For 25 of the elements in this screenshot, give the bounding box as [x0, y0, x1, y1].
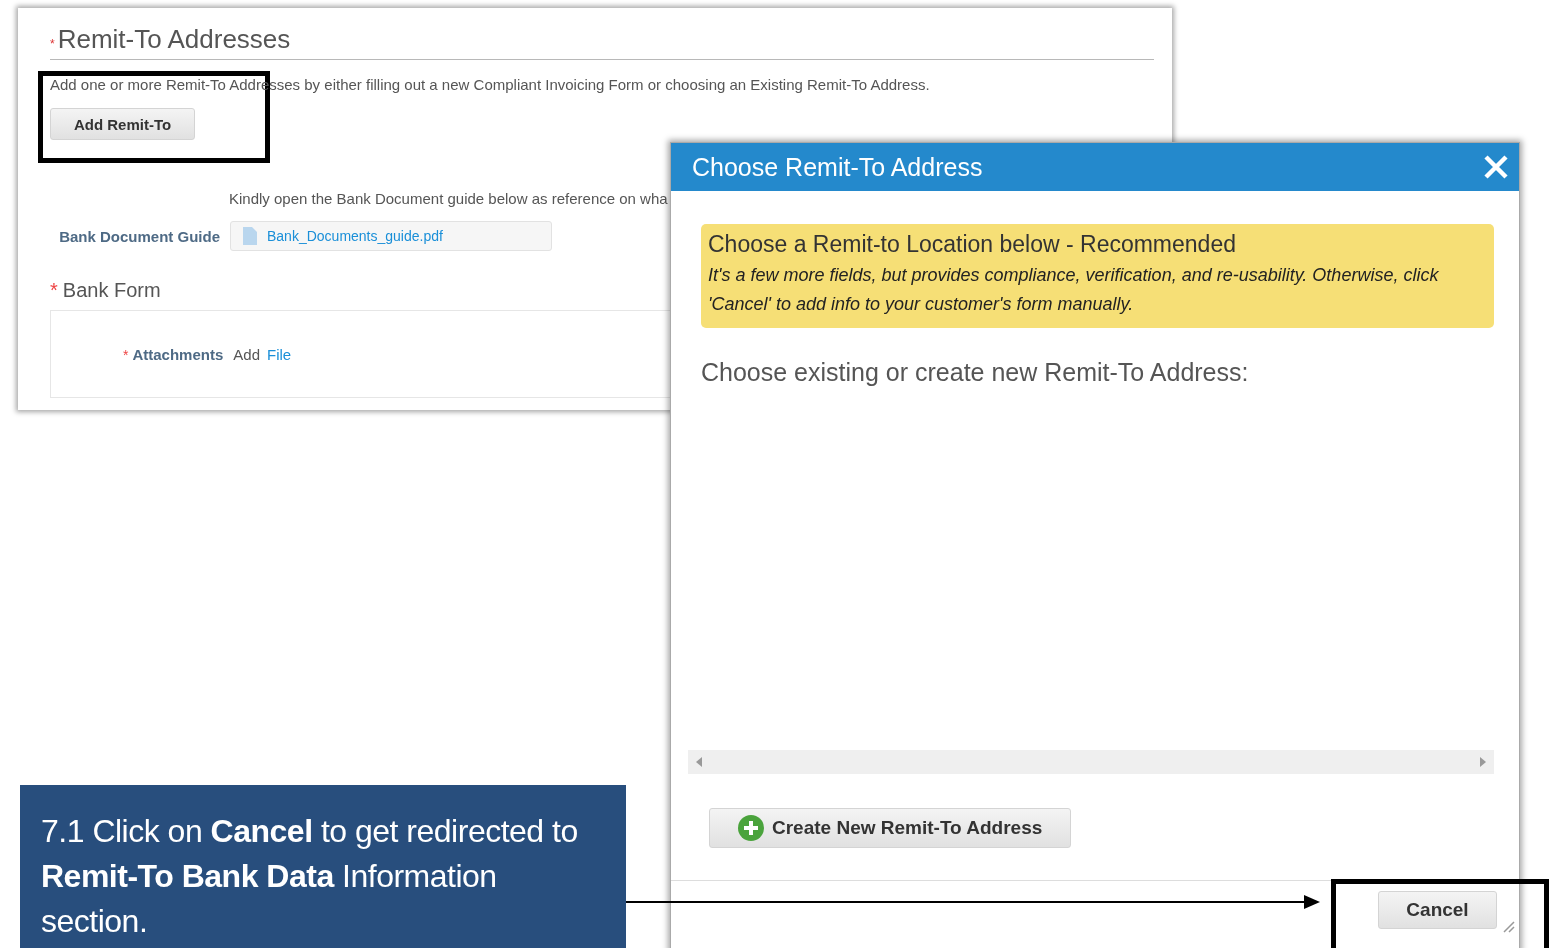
field-label: Attachments	[132, 345, 224, 363]
add-remit-to-button[interactable]: Add Remit-To	[50, 108, 195, 140]
document-icon	[243, 227, 257, 245]
plus-icon	[738, 815, 764, 841]
dialog-title: Choose Remit-To Address	[692, 152, 983, 182]
notice-text: It's a few more fields, but provides compliance, verification, and re-usability. Otherwise, click 'Cancel' to add info to your customer's form manually.	[708, 264, 1440, 316]
prompt-text: Choose existing or create new Remit-To Address:	[701, 358, 1250, 387]
cancel-button[interactable]: Cancel	[1378, 891, 1497, 929]
create-address-button[interactable]: Create New Remit-To Address	[709, 808, 1072, 848]
field-label: Bank Document Guide	[58, 227, 220, 245]
right-arrow-icon[interactable]	[1480, 757, 1486, 767]
file-link[interactable]: File	[267, 345, 292, 363]
required-mark: *	[50, 279, 58, 302]
guide-note: Kindly open the Bank Document guide below as reference on wha	[229, 190, 669, 207]
callout-text: 7.1 Click on Cancel to get redirected to Remit-To Bank Data Information section.	[41, 812, 579, 941]
resize-grip-icon[interactable]	[1501, 919, 1515, 933]
required-mark: *	[123, 346, 129, 363]
section-title: Remit-To Addresses	[57, 24, 291, 55]
required-mark: *	[50, 37, 55, 51]
scrollbar[interactable]	[688, 750, 1494, 774]
section-title: Bank Form	[62, 279, 161, 302]
notice-title: Choose a Remit-to Location below - Recommended	[708, 231, 1237, 258]
left-arrow-icon[interactable]	[696, 757, 702, 767]
close-icon[interactable]	[1483, 154, 1509, 180]
add-text: Add	[233, 345, 260, 363]
